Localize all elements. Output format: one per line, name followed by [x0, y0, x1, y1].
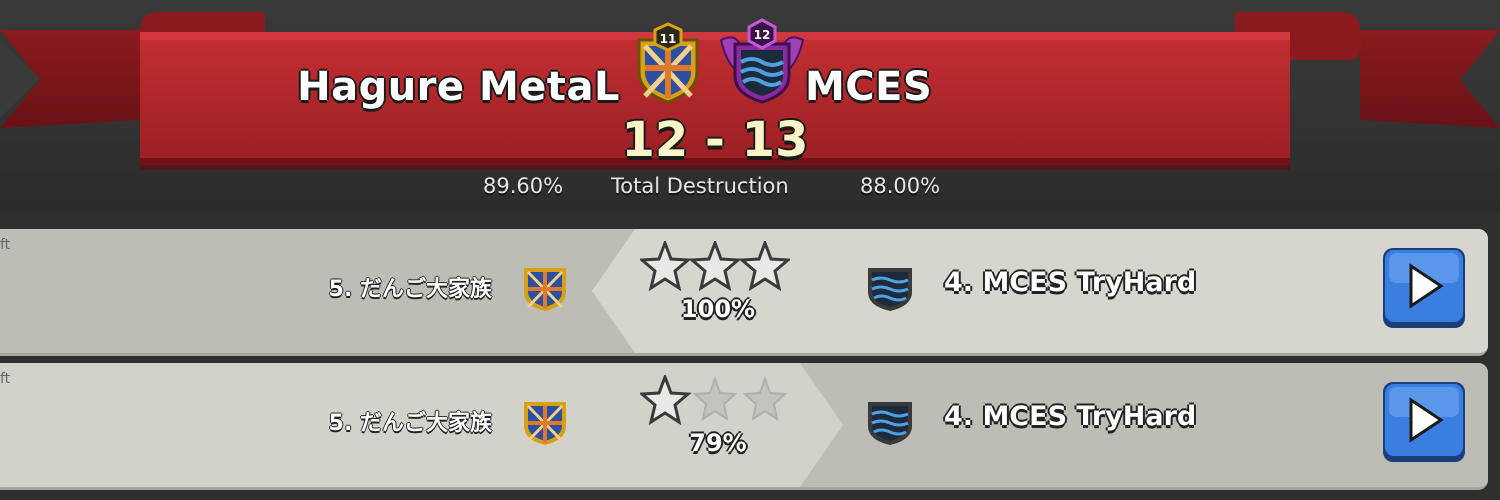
right-clan-level: 12	[754, 28, 771, 42]
row-tag: ft	[0, 371, 11, 387]
left-clan-badge: 11	[637, 22, 699, 104]
attack-destruction: 100%	[680, 295, 756, 323]
star-icon	[738, 241, 790, 292]
star-icon	[640, 375, 692, 426]
defender-name: 4. MCES TryHard	[944, 401, 1197, 432]
defender-clan-badge	[868, 402, 912, 445]
star-rating	[640, 375, 788, 426]
left-clan-level: 11	[660, 32, 677, 46]
star-icon	[640, 241, 692, 292]
star-rating	[640, 241, 790, 292]
star-icon	[688, 241, 742, 292]
right-total-destruction: 88.00%	[860, 174, 941, 198]
defender-name: 4. MCES TryHard	[944, 267, 1197, 298]
left-clan-name: Hagure MetaL	[297, 64, 620, 110]
replay-play-button[interactable]	[1381, 380, 1467, 464]
attacker-clan-badge	[524, 402, 566, 445]
empty-star-icon	[742, 376, 788, 422]
total-destruction-label: Total Destruction	[611, 174, 789, 198]
row-tag: ft	[0, 237, 11, 253]
attacker-name: 5. だんご大家族	[328, 411, 492, 436]
attack-row[interactable]: ft 5. だんご大家族 100% 4. MCES TryHard	[0, 229, 1488, 356]
war-header: 11 12 Hagure MetaL MCES 12 - 13 89.60% T…	[0, 0, 1500, 212]
attack-row[interactable]: ft 5. だんご大家族 79% 4. MCES TryHard	[0, 363, 1488, 490]
replay-play-button[interactable]	[1381, 246, 1467, 330]
right-clan-name: MCES	[805, 64, 933, 110]
war-score: 12 - 13	[621, 112, 809, 168]
defender-clan-badge	[868, 268, 912, 311]
attack-destruction: 79%	[689, 429, 747, 457]
empty-star-icon	[692, 376, 738, 422]
right-clan-badge: 12	[719, 18, 805, 104]
left-total-destruction: 89.60%	[483, 174, 564, 198]
attacker-name: 5. だんご大家族	[328, 277, 492, 302]
attacker-clan-badge	[524, 268, 566, 311]
